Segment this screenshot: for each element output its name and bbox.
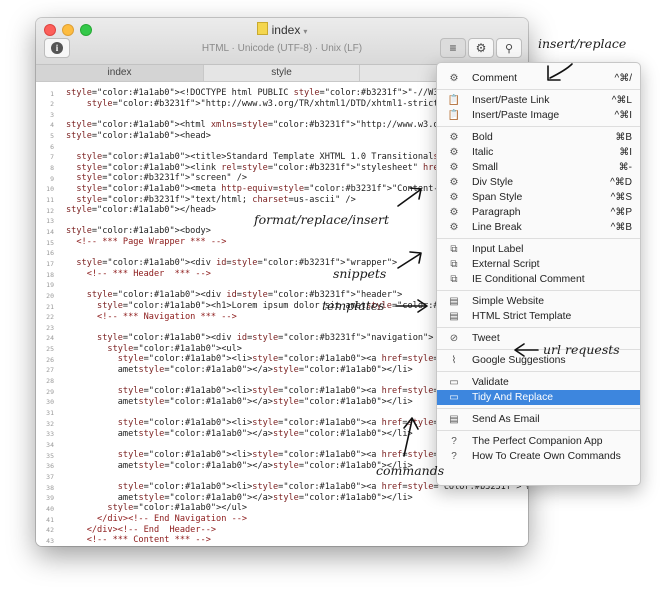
arrow-format (397, 189, 421, 207)
arrow-insert-replace (549, 63, 573, 79)
annotation-arrows (395, 63, 573, 457)
arrow-snippets (397, 253, 421, 269)
